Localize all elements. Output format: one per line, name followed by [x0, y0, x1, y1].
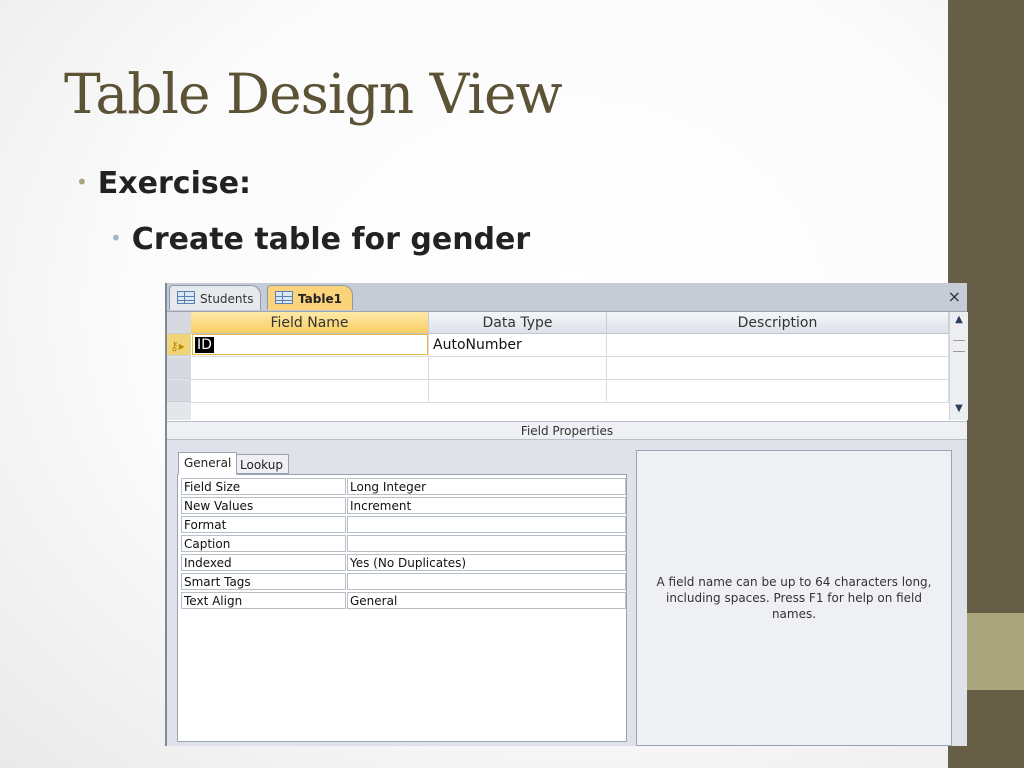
property-row: Field Size Long Integer: [181, 478, 626, 497]
property-value[interactable]: [347, 573, 626, 590]
row-selector-column: [167, 312, 191, 420]
table-row: [191, 357, 949, 380]
tab-general[interactable]: General: [178, 452, 238, 475]
close-icon[interactable]: ×: [948, 287, 961, 306]
scroll-thumb[interactable]: [953, 340, 965, 352]
property-value[interactable]: [347, 535, 626, 552]
column-header-description[interactable]: Description: [607, 312, 949, 334]
field-properties-area: General Lookup Field Size Long Integer N…: [167, 440, 967, 746]
property-row: Smart Tags: [181, 573, 626, 592]
row-selector[interactable]: [167, 380, 191, 402]
bullet-dot-icon: •: [76, 170, 88, 194]
property-row: Indexed Yes (No Duplicates): [181, 554, 626, 573]
bullet-dot-icon: •: [110, 226, 122, 250]
table-row: ID AutoNumber: [191, 334, 949, 357]
bullet-text: Create table for gender: [131, 222, 531, 257]
data-type-cell[interactable]: [429, 380, 607, 402]
property-label: Smart Tags: [181, 573, 346, 590]
scroll-down-icon[interactable]: ▼: [952, 403, 966, 417]
field-name-cell[interactable]: [191, 380, 429, 402]
help-text: A field name can be up to 64 characters …: [656, 575, 932, 621]
slide-right-accent: [966, 613, 1024, 690]
field-name-cell[interactable]: ID: [191, 334, 429, 356]
description-cell[interactable]: [607, 380, 949, 402]
field-properties-header: Field Properties: [167, 421, 967, 440]
tab-students[interactable]: Students: [169, 285, 261, 310]
data-type-cell[interactable]: AutoNumber: [429, 334, 607, 356]
tab-lookup[interactable]: Lookup: [234, 454, 289, 474]
property-label: Field Size: [181, 478, 346, 495]
bullet-text: Exercise:: [97, 166, 252, 201]
grid-scrollbar[interactable]: ▲ ▼: [949, 312, 968, 420]
field-name-input[interactable]: ID: [192, 334, 428, 355]
property-value[interactable]: General: [347, 592, 626, 609]
table-icon: [275, 291, 293, 304]
selector-header: [167, 312, 191, 334]
tab-label: Students: [200, 292, 254, 306]
property-label: Format: [181, 516, 346, 533]
column-header-field-name[interactable]: Field Name: [191, 312, 429, 334]
property-label: Text Align: [181, 592, 346, 609]
property-row: Format: [181, 516, 626, 535]
tab-table1[interactable]: Table1: [267, 285, 353, 310]
property-value[interactable]: Yes (No Duplicates): [347, 554, 626, 571]
property-row: Text Align General: [181, 592, 626, 611]
slide-title: Table Design View: [64, 62, 563, 126]
table-icon: [177, 291, 195, 304]
property-sheet: Field Size Long Integer New Values Incre…: [177, 474, 627, 742]
data-type-cell[interactable]: [429, 357, 607, 379]
description-cell[interactable]: [607, 334, 949, 356]
property-label: Caption: [181, 535, 346, 552]
property-label: Indexed: [181, 554, 346, 571]
primary-key-icon: ⚷▸: [170, 339, 185, 353]
scroll-up-icon[interactable]: ▲: [952, 314, 966, 328]
row-selector[interactable]: [167, 357, 191, 379]
bullet-level-2: • Create table for gender: [110, 222, 530, 257]
field-name-cell[interactable]: [191, 357, 429, 379]
table-row: [191, 380, 949, 403]
property-value[interactable]: Long Integer: [347, 478, 626, 495]
bullet-level-1: • Exercise:: [76, 166, 251, 201]
description-cell[interactable]: [607, 357, 949, 379]
property-row: New Values Increment: [181, 497, 626, 516]
property-row: Caption: [181, 535, 626, 554]
tab-label: Table1: [298, 292, 342, 306]
document-tab-bar: Students Table1 ×: [167, 283, 967, 312]
property-label: New Values: [181, 497, 346, 514]
column-header-data-type[interactable]: Data Type: [429, 312, 607, 334]
property-value[interactable]: [347, 516, 626, 533]
property-value[interactable]: Increment: [347, 497, 626, 514]
access-design-window: Students Table1 × ⚷▸ Field Name Data Typ…: [165, 283, 968, 746]
design-grid: ⚷▸ Field Name Data Type Description ID A…: [167, 312, 949, 420]
help-text-panel: A field name can be up to 64 characters …: [636, 450, 952, 746]
